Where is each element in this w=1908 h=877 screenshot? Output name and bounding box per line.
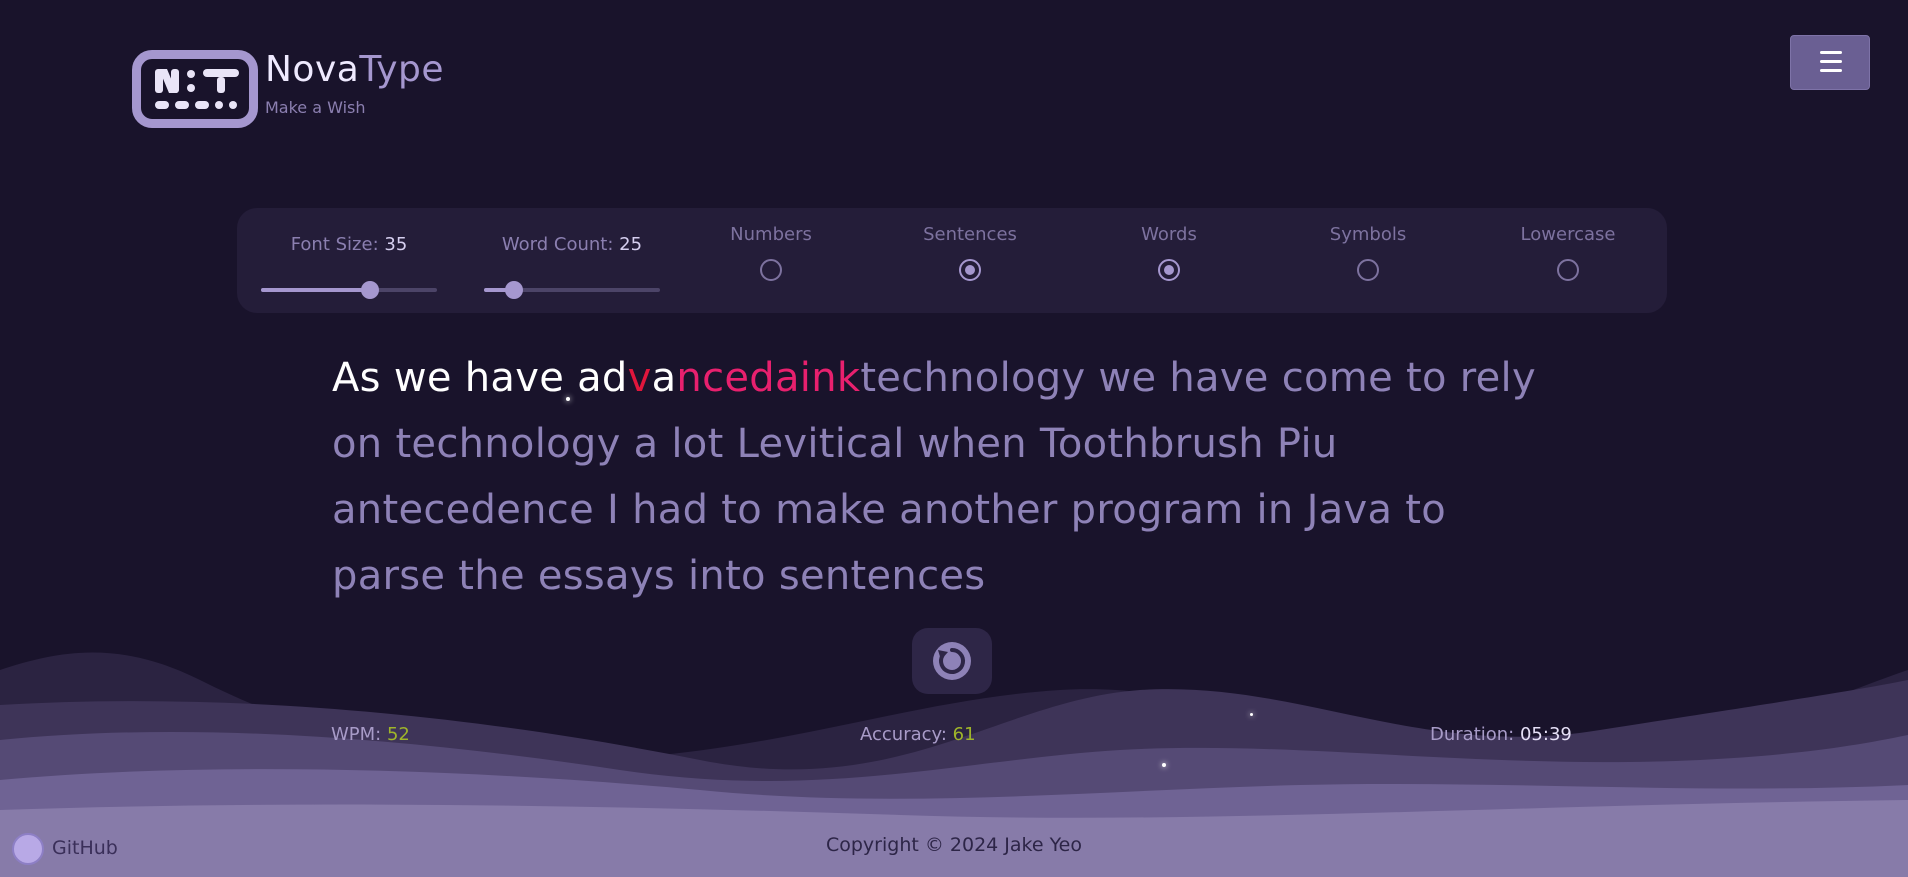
sparkle-star <box>1250 713 1253 716</box>
option-symbols[interactable]: Symbols <box>1293 224 1443 281</box>
restart-button[interactable] <box>912 628 992 694</box>
option-words-label: Words <box>1141 224 1197 245</box>
option-symbols-radio[interactable] <box>1357 259 1379 281</box>
option-sentences-radio[interactable] <box>959 259 981 281</box>
accuracy-stat: Accuracy: 61 <box>860 724 976 745</box>
duration-stat: Duration: 05:39 <box>1430 724 1572 745</box>
typed-text: As we have ad <box>332 355 628 401</box>
brand-name: NovaType <box>265 48 444 92</box>
logo-mark-icon <box>155 69 239 109</box>
option-lowercase[interactable]: Lowercase <box>1493 224 1643 281</box>
brand-name-second: Type <box>359 49 445 90</box>
settings-panel: Font Size: 35 Word Count: 25 Numbers Sen… <box>237 208 1667 313</box>
wpm-stat: WPM: 52 <box>331 724 410 745</box>
typing-line: As we have advancedainktechnology we hav… <box>332 345 1592 411</box>
option-symbols-label: Symbols <box>1329 224 1407 245</box>
word-count-label: Word Count: 25 <box>484 234 660 255</box>
duration-value: 05:39 <box>1519 724 1572 745</box>
wpm-value: 52 <box>386 724 410 745</box>
option-numbers-label: Numbers <box>730 224 812 245</box>
option-numbers[interactable]: Numbers <box>696 224 846 281</box>
hamburger-icon-bar <box>1820 60 1842 63</box>
typing-text-area[interactable]: As we have advancedainktechnology we hav… <box>332 345 1592 609</box>
font-size-value: 35 <box>384 234 408 255</box>
accuracy-value: 61 <box>952 724 976 745</box>
accuracy-label: Accuracy: <box>860 724 947 745</box>
hamburger-icon <box>1820 51 1842 54</box>
typing-line: on technology a lot Levitical when Tooth… <box>332 421 1338 467</box>
menu-button[interactable] <box>1790 35 1870 90</box>
copyright-text: Copyright © 2024 Jake Yeo <box>825 834 1082 856</box>
option-words-radio[interactable] <box>1158 259 1180 281</box>
word-count-value: 25 <box>619 234 643 255</box>
word-count-control: Word Count: 25 <box>484 234 660 299</box>
font-size-label-text: Font Size: <box>290 234 379 255</box>
font-size-control: Font Size: 35 <box>261 234 437 299</box>
brand: NovaType Make a Wish <box>265 48 444 117</box>
sparkle-star <box>1162 763 1166 767</box>
word-count-slider-thumb[interactable] <box>504 281 523 299</box>
font-size-slider-fill <box>261 288 371 292</box>
wpm-label: WPM: <box>331 724 382 745</box>
option-sentences-label: Sentences <box>923 224 1017 245</box>
word-count-slider[interactable] <box>484 281 660 299</box>
brand-tagline: Make a Wish <box>265 98 366 117</box>
font-size-slider-thumb[interactable] <box>361 281 380 299</box>
mistyped-text: ncedaink <box>676 355 861 401</box>
duration-label: Duration: <box>1430 724 1515 745</box>
untyped-text: technology we have come to rely <box>860 355 1536 401</box>
hamburger-icon-bar <box>1820 69 1842 72</box>
novatype-logo[interactable] <box>132 50 258 128</box>
word-count-label-text: Word Count: <box>501 234 614 255</box>
font-size-slider[interactable] <box>261 281 437 299</box>
option-words[interactable]: Words <box>1094 224 1244 281</box>
typed-text: a <box>651 355 677 401</box>
brand-name-first: Nova <box>265 49 360 90</box>
sparkle-star <box>566 397 570 401</box>
option-sentences[interactable]: Sentences <box>895 224 1045 281</box>
typing-line: antecedence I had to make another progra… <box>332 487 1447 533</box>
option-lowercase-radio[interactable] <box>1557 259 1579 281</box>
restart-icon <box>933 642 971 680</box>
font-size-label: Font Size: 35 <box>261 234 437 255</box>
typing-line: parse the essays into sentences <box>332 553 986 599</box>
option-lowercase-label: Lowercase <box>1520 224 1616 245</box>
option-numbers-radio[interactable] <box>760 259 782 281</box>
mistyped-text: v <box>627 355 652 401</box>
